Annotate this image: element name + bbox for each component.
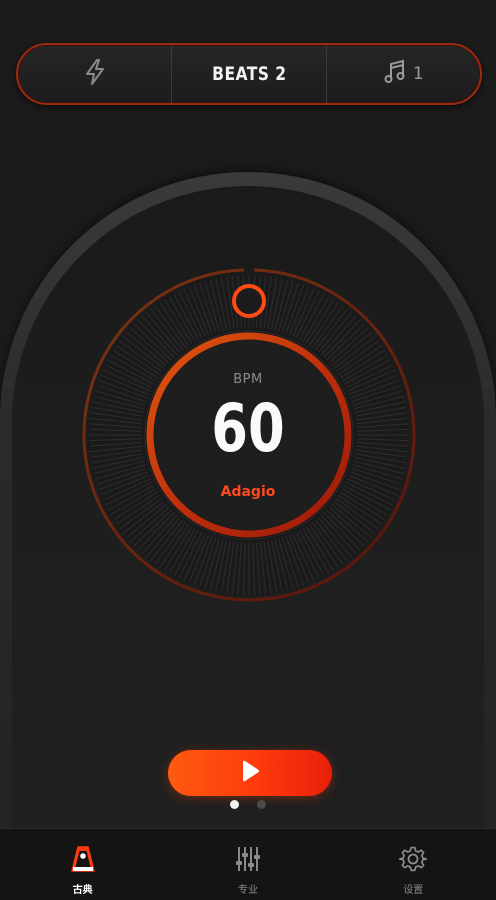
page-dot-1[interactable] bbox=[230, 800, 239, 809]
bottom-navigation: 古典 专业 设置 bbox=[0, 828, 496, 900]
gear-icon bbox=[399, 845, 428, 877]
nav-label-settings: 设置 bbox=[403, 885, 424, 896]
nav-label-classic: 古典 bbox=[72, 885, 93, 896]
nav-item-settings[interactable]: 设置 bbox=[331, 829, 496, 900]
sound-selector-button[interactable]: 1 bbox=[327, 45, 480, 103]
page-indicator bbox=[0, 800, 496, 809]
bpm-value: 60 bbox=[211, 390, 285, 467]
bpm-label: BPM bbox=[233, 372, 263, 387]
beats-label: BEATS 2 bbox=[211, 63, 287, 85]
lightning-bolt-icon bbox=[83, 58, 107, 90]
beats-selector-button[interactable]: BEATS 2 bbox=[172, 45, 327, 103]
play-icon bbox=[239, 759, 261, 787]
nav-item-pro[interactable]: 专业 bbox=[165, 829, 330, 900]
tempo-name: Adagio bbox=[220, 484, 276, 500]
sliders-icon bbox=[234, 845, 262, 877]
nav-label-pro: 专业 bbox=[237, 885, 258, 896]
nav-item-classic[interactable]: 古典 bbox=[0, 829, 165, 900]
top-segmented-bar: BEATS 2 1 bbox=[16, 43, 482, 105]
page-dot-2[interactable] bbox=[257, 800, 266, 809]
music-note-icon bbox=[383, 59, 407, 89]
metronome-icon bbox=[70, 845, 96, 877]
sound-count: 1 bbox=[412, 64, 424, 84]
play-button[interactable] bbox=[168, 750, 332, 796]
flash-toggle-button[interactable] bbox=[18, 45, 173, 103]
dial-knob-indicator[interactable] bbox=[232, 284, 266, 318]
